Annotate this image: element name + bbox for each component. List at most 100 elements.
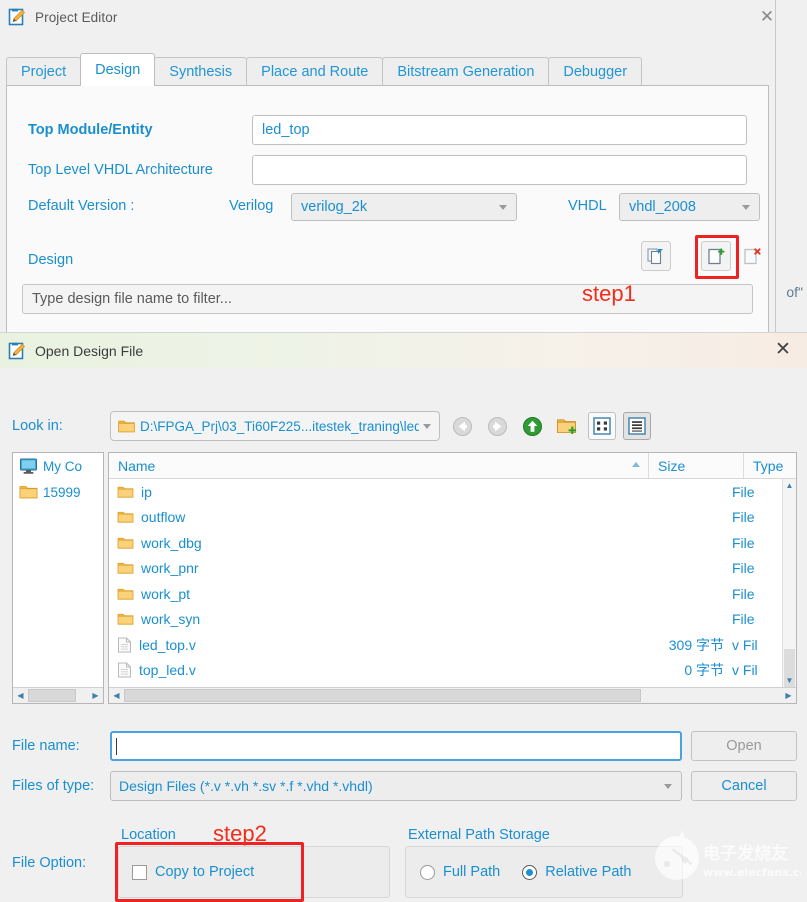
folder-icon xyxy=(19,486,38,499)
file-list-rows: ip File outflow File work_dbg File work_pnr Fil… xyxy=(109,479,782,687)
file-row-name: top_led.v xyxy=(109,662,635,678)
file-row-name-label: work_syn xyxy=(141,611,201,628)
scroll-track[interactable] xyxy=(28,689,88,702)
external-path-radio-row: Full Path Relative Path xyxy=(406,847,682,897)
column-header-name[interactable]: Name xyxy=(109,453,649,478)
column-label: Size xyxy=(658,457,686,474)
design-filter-placeholder: Type design file name to filter... xyxy=(32,291,232,307)
tab-label: Design xyxy=(95,62,141,78)
scroll-thumb[interactable] xyxy=(28,689,76,702)
full-path-radio[interactable] xyxy=(420,864,435,880)
open-dialog-titlebar: Open Design File ✕ xyxy=(0,333,807,368)
list-view-icon xyxy=(593,417,611,435)
scroll-left-icon[interactable]: ◀ xyxy=(13,689,28,703)
file-option-label: File Option: xyxy=(12,855,87,871)
file-list-row[interactable]: work_pt File xyxy=(109,581,782,607)
file-list-row[interactable]: top_led.v 0 字节 v Fil xyxy=(109,658,782,684)
place-item-my-computer[interactable]: My Co xyxy=(13,453,103,479)
back-button[interactable] xyxy=(448,412,476,440)
open-button-label: Open xyxy=(726,738,762,754)
scroll-up-icon[interactable]: ▲ xyxy=(783,479,796,492)
verilog-version-select[interactable]: verilog_2k xyxy=(291,193,517,221)
external-path-storage-group-box: Full Path Relative Path xyxy=(405,846,683,898)
back-icon xyxy=(452,416,472,436)
file-list-row[interactable]: outflow File xyxy=(109,505,782,531)
remove-file-icon xyxy=(744,248,761,265)
add-file-icon xyxy=(708,248,725,265)
chevron-down-icon xyxy=(423,424,431,429)
place-label: 15999 xyxy=(43,484,81,500)
files-of-type-label: Files of type: xyxy=(12,778,95,794)
file-list-horizontal-scrollbar[interactable]: ◀ ▶ xyxy=(109,687,796,703)
copy-to-project-checkbox[interactable] xyxy=(132,864,147,880)
full-path-radio-row[interactable]: Full Path xyxy=(420,864,500,880)
cancel-button-label: Cancel xyxy=(721,778,767,794)
tab-design[interactable]: Design xyxy=(80,53,156,86)
tab-label: Bitstream Generation xyxy=(397,64,535,80)
design-section-label: Design xyxy=(28,252,74,268)
file-list-row[interactable]: work_pnr File xyxy=(109,556,782,582)
duplicate-file-button[interactable] xyxy=(641,241,671,271)
file-list-row[interactable]: ip File xyxy=(109,479,782,505)
file-browser: My Co 15999 ◀ ▶ Name Size Type ip File o… xyxy=(12,452,797,704)
my-computer-icon xyxy=(20,458,37,474)
relative-path-radio-row[interactable]: Relative Path xyxy=(522,864,631,880)
parent-directory-button[interactable] xyxy=(518,412,546,440)
look-in-select[interactable]: D:\FPGA_Prj\03_Ti60F225...itestek_tranin… xyxy=(110,411,440,441)
copy-to-project-row[interactable]: Copy to Project xyxy=(119,847,389,897)
tab-debugger[interactable]: Debugger xyxy=(548,57,643,86)
detail-view-button[interactable] xyxy=(623,412,651,440)
file-row-size: 309 字节 xyxy=(668,636,724,653)
tab-project[interactable]: Project xyxy=(6,57,82,86)
scroll-right-icon[interactable]: ▶ xyxy=(88,689,103,703)
look-in-path: D:\FPGA_Prj\03_Ti60F225...itestek_tranin… xyxy=(140,418,419,434)
relative-path-radio[interactable] xyxy=(522,864,538,880)
file-row-name-label: outflow xyxy=(141,509,186,526)
column-header-size[interactable]: Size xyxy=(649,453,744,478)
place-item-user-folder[interactable]: 15999 xyxy=(13,479,103,505)
file-row-type: File xyxy=(732,534,755,551)
tab-label: Debugger xyxy=(563,64,628,80)
remove-file-button[interactable] xyxy=(737,241,767,271)
forward-button[interactable] xyxy=(483,412,511,440)
list-view-button[interactable] xyxy=(588,412,616,440)
file-name-input[interactable] xyxy=(110,731,682,761)
file-row-type: File xyxy=(732,560,755,577)
scroll-thumb[interactable] xyxy=(124,689,641,702)
add-file-button[interactable] xyxy=(701,241,731,271)
vhdl-version-select[interactable]: vhdl_2008 xyxy=(619,193,760,221)
file-row-name-label: work_dbg xyxy=(141,534,202,551)
file-list-vertical-scrollbar[interactable]: ▲ ▼ xyxy=(782,479,796,697)
scroll-down-icon[interactable]: ▼ xyxy=(783,674,796,687)
open-dialog-close-button[interactable]: ✕ xyxy=(771,339,795,363)
project-editor-icon xyxy=(8,8,25,26)
file-row-type: File xyxy=(732,509,755,526)
file-list-row[interactable]: work_syn File xyxy=(109,607,782,633)
new-folder-button[interactable] xyxy=(553,412,581,440)
scroll-left-icon[interactable]: ◀ xyxy=(109,689,124,703)
cancel-button[interactable]: Cancel xyxy=(691,771,797,801)
file-list-row[interactable]: work_dbg File xyxy=(109,530,782,556)
file-list-row[interactable]: led_top.v 309 字节 v Fil xyxy=(109,632,782,658)
design-filter-input[interactable]: Type design file name to filter... xyxy=(22,284,753,314)
places-horizontal-scrollbar[interactable]: ◀ ▶ xyxy=(13,687,103,703)
files-of-type-select[interactable]: Design Files (*.v *.vh *.sv *.f *.vhd *.… xyxy=(110,771,682,801)
folder-icon xyxy=(118,420,135,433)
folder-icon xyxy=(117,486,134,498)
open-button[interactable]: Open xyxy=(691,731,797,761)
file-list: Name Size Type ip File outflow File work_dbg… xyxy=(108,452,797,704)
top-architecture-input[interactable] xyxy=(252,155,747,185)
file-name-label: File name: xyxy=(12,738,80,754)
top-module-label: Top Module/Entity xyxy=(28,122,153,138)
external-path-storage-group-title: External Path Storage xyxy=(408,827,550,843)
column-header-type[interactable]: Type xyxy=(744,453,796,478)
scroll-right-icon[interactable]: ▶ xyxy=(781,689,796,703)
tab-bitstream-generation[interactable]: Bitstream Generation xyxy=(382,57,550,86)
scroll-track[interactable] xyxy=(124,689,781,702)
tab-synthesis[interactable]: Synthesis xyxy=(154,57,248,86)
folder-icon xyxy=(117,614,134,625)
folder-icon xyxy=(117,537,134,549)
top-module-input[interactable]: led_top xyxy=(252,115,747,145)
tab-place-and-route[interactable]: Place and Route xyxy=(246,57,384,86)
file-row-name-label: top_led.v xyxy=(139,662,196,679)
